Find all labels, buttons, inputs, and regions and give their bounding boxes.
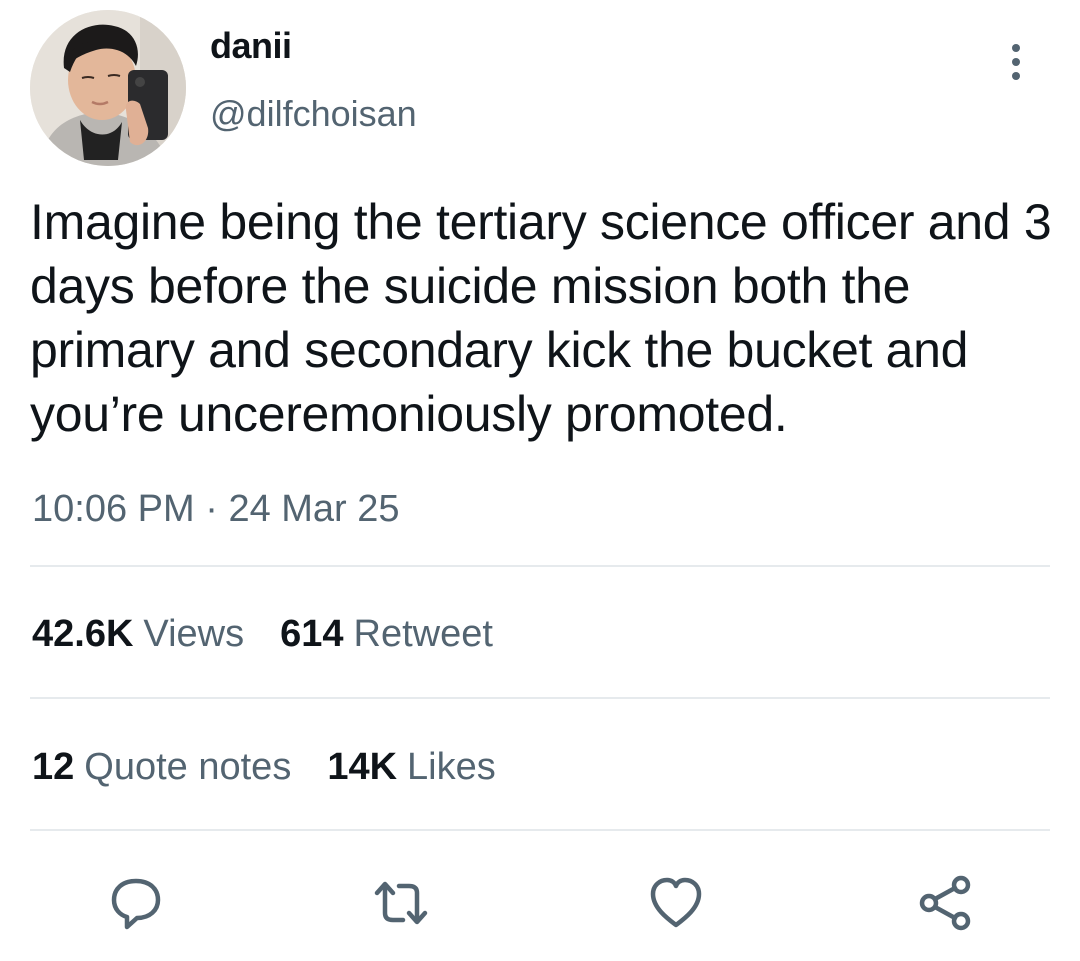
retweets-count: 614 [280, 613, 344, 655]
divider [30, 565, 1050, 567]
likes-label: Likes [407, 746, 496, 788]
tweet-timestamp: 10:06 PM · 24 Mar 25 [32, 486, 400, 532]
tweet-detail: danii @dilfchoisan Imagine being the ter… [0, 0, 1080, 961]
reply-button[interactable] [101, 868, 171, 938]
quotes-count: 12 [32, 746, 75, 788]
action-bar [0, 868, 1080, 938]
retweet-icon [374, 881, 428, 925]
reply-icon [111, 878, 161, 930]
share-icon [919, 875, 971, 931]
stats-row: 12 Quote notes 14K Likes [32, 744, 496, 790]
avatar[interactable] [30, 10, 186, 166]
timestamp-separator: · [205, 488, 218, 530]
views-label: Views [143, 613, 245, 655]
heart-icon [650, 877, 702, 928]
retweet-button[interactable] [366, 868, 436, 938]
share-button[interactable] [910, 868, 980, 938]
retweets-stat[interactable]: 614 Retweet [280, 611, 493, 657]
likes-count: 14K [327, 746, 398, 788]
tweet-date[interactable]: 24 Mar 25 [228, 488, 399, 530]
likes-stat[interactable]: 14K Likes [327, 744, 495, 790]
views-stat[interactable]: 42.6K Views [32, 611, 244, 657]
like-button[interactable] [641, 868, 711, 938]
quotes-stat[interactable]: 12 Quote notes [32, 744, 291, 790]
stats-row: 42.6K Views 614 Retweet [32, 611, 493, 657]
user-handle[interactable]: @dilfchoisan [210, 92, 417, 136]
views-count: 42.6K [32, 613, 134, 655]
tweet-time[interactable]: 10:06 PM [32, 488, 195, 530]
tweet-text: Imagine being the tertiary science offic… [30, 194, 1052, 442]
display-name[interactable]: danii [210, 24, 292, 68]
quotes-label: Quote notes [84, 746, 292, 788]
divider [30, 697, 1050, 699]
more-options-icon[interactable] [996, 38, 1036, 86]
retweets-label: Retweet [353, 613, 493, 655]
divider [30, 829, 1050, 831]
avatar-image [30, 10, 186, 166]
